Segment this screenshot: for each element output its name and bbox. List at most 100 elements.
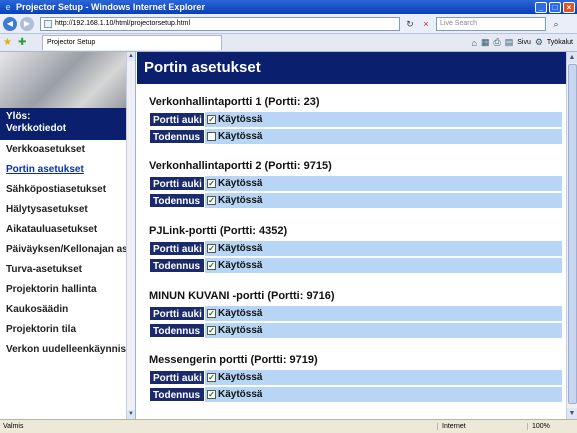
tools-menu[interactable]: Työkalut	[547, 39, 573, 46]
setting-row: Todennus ✓ Käytössä	[149, 258, 562, 273]
command-bar: ⌂ ▦ ⎙ ▤ Sivu ⚙ Työkalut	[472, 37, 577, 48]
checkbox[interactable]: ✓	[207, 261, 216, 270]
sidebar-item-schedule-settings[interactable]: Aikatauluasetukset	[0, 220, 135, 240]
row-label: Portti auki	[149, 176, 205, 191]
port-section: Verkonhallintaportti 2 (Portti: 9715) Po…	[149, 158, 562, 208]
status-bar: Valmis Internet 100%	[0, 419, 577, 433]
row-value: ✓ Käytössä	[205, 323, 562, 338]
setting-row: Todennus Käytössä	[149, 129, 562, 144]
search-input[interactable]: Live Search	[436, 16, 546, 31]
checkbox-label: Käytössä	[218, 308, 263, 319]
row-value: ✓ Käytössä	[205, 241, 562, 256]
close-window-button[interactable]: ×	[563, 1, 575, 13]
row-label: Portti auki	[149, 306, 205, 321]
sidebar-item-email-settings[interactable]: Sähköpostiasetukset	[0, 180, 135, 200]
back-button[interactable]: ◀	[3, 16, 17, 31]
tools-gear-icon[interactable]: ⚙	[535, 37, 543, 48]
checkbox[interactable]: ✓	[207, 390, 216, 399]
tab-projector-setup[interactable]: Projector Setup	[42, 35, 222, 50]
page-menu[interactable]: Sivu	[517, 39, 531, 46]
sidebar-scrollbar[interactable]: ▲ ▼	[126, 52, 135, 419]
ie-logo-icon: e	[5, 2, 11, 12]
setting-row: Todennus ✓ Käytössä	[149, 193, 562, 208]
sidebar-item-alert-settings[interactable]: Hälytysasetukset	[0, 200, 135, 220]
checkbox-label: Käytössä	[218, 178, 263, 189]
row-label: Todennus	[149, 323, 205, 338]
checkbox[interactable]: ✓	[207, 179, 216, 188]
row-label: Todennus	[149, 387, 205, 402]
row-value: ✓ Käytössä	[205, 193, 562, 208]
setting-row: Portti auki ✓ Käytössä	[149, 112, 562, 127]
window-titlebar: e Projector Setup - Windows Internet Exp…	[0, 0, 577, 14]
zoom-level[interactable]: 100%	[527, 423, 577, 430]
checkbox[interactable]: ✓	[207, 373, 216, 382]
checkbox[interactable]: ✓	[207, 326, 216, 335]
row-value: ✓ Käytössä	[205, 258, 562, 273]
checkbox-label: Käytössä	[218, 260, 263, 271]
sidebar-item-projector-control[interactable]: Projektorin hallinta	[0, 280, 135, 300]
scroll-thumb[interactable]	[568, 64, 577, 404]
sidebar-item-projector-status[interactable]: Projektorin tila	[0, 320, 135, 340]
checkbox[interactable]: ✓	[207, 196, 216, 205]
row-label: Portti auki	[149, 370, 205, 385]
section-title: Verkonhallintaportti 1 (Portti: 23)	[149, 96, 320, 108]
row-value: ✓ Käytössä	[205, 387, 562, 402]
scroll-down-icon[interactable]: ▼	[567, 408, 577, 419]
sidebar-item-security-settings[interactable]: Turva-asetukset	[0, 260, 135, 280]
setting-row: Portti auki ✓ Käytössä	[149, 176, 562, 191]
row-value: ✓ Käytössä	[205, 112, 562, 127]
checkbox-label: Käytössä	[218, 243, 263, 254]
home-icon[interactable]: ⌂	[472, 38, 477, 48]
sidebar-item-remote-control[interactable]: Kaukosäädin	[0, 300, 135, 320]
add-favorite-icon[interactable]: ✚	[18, 37, 30, 49]
feeds-icon[interactable]: ▦	[481, 37, 490, 48]
sidebar: Ylös: Verkkotiedot Verkkoasetukset Porti…	[0, 52, 136, 419]
row-label: Todennus	[149, 129, 205, 144]
window-title: Projector Setup - Windows Internet Explo…	[16, 2, 205, 12]
sidebar-item-network-restart[interactable]: Verkon uudelleenkäynnistys	[0, 340, 135, 360]
section-title: MINUN KUVANI -portti (Portti: 9716)	[149, 290, 335, 302]
section-title: Messengerin portti (Portti: 9719)	[149, 354, 318, 366]
page-scrollbar[interactable]: ▲ ▼	[566, 52, 577, 419]
maximize-button[interactable]: □	[549, 1, 561, 13]
sidebar-item-date-time-settings[interactable]: Päiväyksen/Kellonajan asetukset	[0, 240, 135, 260]
checkbox-label: Käytössä	[218, 389, 263, 400]
checkbox[interactable]	[207, 132, 216, 141]
favorites-star-icon[interactable]: ★	[3, 37, 15, 49]
stop-icon[interactable]: ×	[420, 18, 432, 30]
setting-row: Todennus ✓ Käytössä	[149, 387, 562, 402]
setting-row: Todennus ✓ Käytössä	[149, 323, 562, 338]
page-menu-icon[interactable]: ▤	[505, 37, 514, 48]
setting-row: Portti auki ✓ Käytössä	[149, 306, 562, 321]
row-value: ✓ Käytössä	[205, 306, 562, 321]
checkbox[interactable]: ✓	[207, 244, 216, 253]
port-section: Messengerin portti (Portti: 9719) Portti…	[149, 352, 562, 402]
port-section: PJLink-portti (Portti: 4352) Portti auki…	[149, 223, 562, 273]
sidebar-banner-image	[0, 52, 135, 108]
scroll-down-icon[interactable]: ▼	[127, 410, 135, 419]
checkbox-label: Käytössä	[218, 325, 263, 336]
checkbox[interactable]: ✓	[207, 115, 216, 124]
page-title: Portin asetukset	[137, 52, 566, 84]
sidebar-item-port-settings[interactable]: Portin asetukset	[0, 160, 135, 180]
row-label: Todennus	[149, 258, 205, 273]
tab-bar: ★ ✚ Projector Setup ⌂ ▦ ⎙ ▤ Sivu ⚙ Työka…	[0, 34, 577, 52]
checkbox[interactable]: ✓	[207, 309, 216, 318]
sidebar-up-link[interactable]: Ylös: Verkkotiedot	[0, 108, 135, 140]
setting-row: Portti auki ✓ Käytössä	[149, 241, 562, 256]
url-text: http://192.168.1.10/html/projectorsetup.…	[55, 19, 191, 27]
section-title: PJLink-portti (Portti: 4352)	[149, 225, 288, 237]
print-icon[interactable]: ⎙	[494, 37, 501, 48]
minimize-button[interactable]: _	[535, 1, 547, 13]
sidebar-item-network-settings[interactable]: Verkkoasetukset	[0, 140, 135, 160]
scroll-up-icon[interactable]: ▲	[127, 52, 135, 61]
row-label: Todennus	[149, 193, 205, 208]
search-icon[interactable]: ⌕	[550, 18, 562, 30]
forward-button[interactable]: ▶	[20, 16, 34, 31]
setting-row: Portti auki ✓ Käytössä	[149, 370, 562, 385]
refresh-icon[interactable]: ↻	[404, 18, 416, 30]
row-label: Portti auki	[149, 112, 205, 127]
url-input[interactable]: http://192.168.1.10/html/projectorsetup.…	[40, 16, 400, 31]
row-value: ✓ Käytössä	[205, 370, 562, 385]
scroll-up-icon[interactable]: ▲	[567, 52, 577, 63]
